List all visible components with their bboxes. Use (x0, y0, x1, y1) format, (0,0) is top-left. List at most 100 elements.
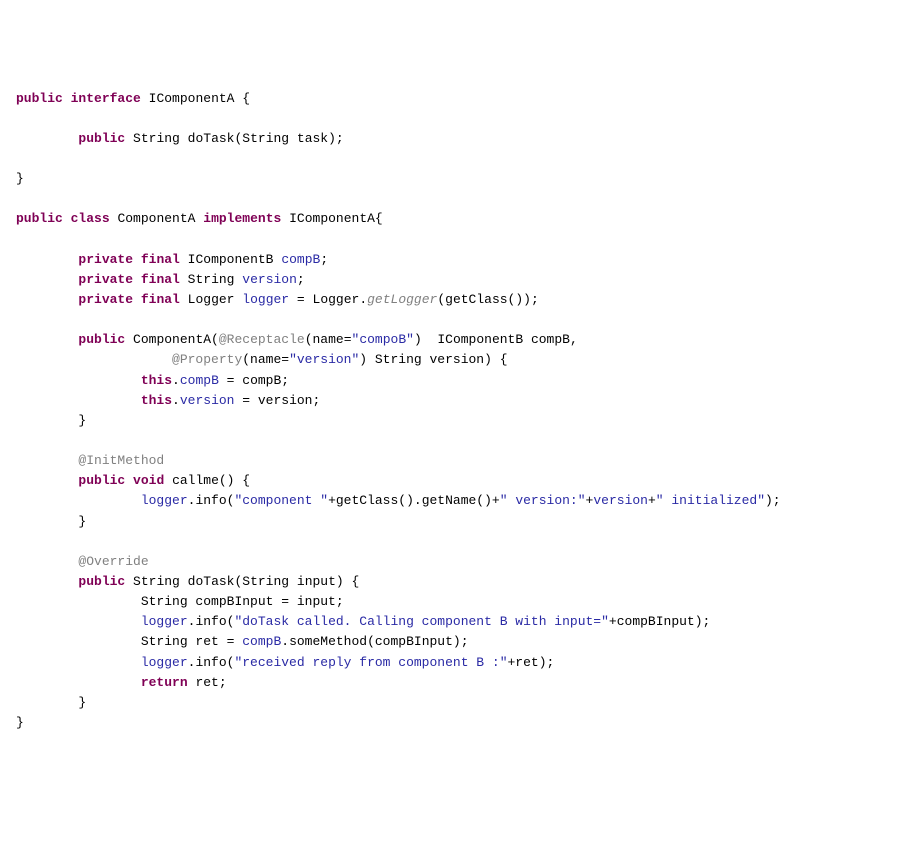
code-line: } (16, 695, 86, 710)
field-name: compB (281, 252, 320, 267)
dot: . (172, 393, 180, 408)
field-name: version (242, 272, 297, 287)
code-line: } (16, 413, 86, 428)
code-line: private final String version; (16, 272, 305, 287)
params: (String task); (234, 131, 343, 146)
semi: ; (297, 272, 305, 287)
keyword-public: public (16, 211, 63, 226)
string-literal: " version:" (500, 493, 586, 508)
brace: } (78, 514, 86, 529)
code-line: @Property(name="version") String version… (16, 352, 508, 367)
keyword-implements: implements (203, 211, 281, 226)
keyword-public: public (78, 574, 125, 589)
method-sig: doTask(String input) { (188, 574, 360, 589)
code-line: public String doTask(String task); (16, 131, 344, 146)
code-line: public void callme() { (16, 473, 250, 488)
code-line: return ret; (16, 675, 227, 690)
code-line: this.version = version; (16, 393, 320, 408)
class-name: ComponentA (117, 211, 195, 226)
code-line: } (16, 715, 24, 730)
code-line: } (16, 171, 24, 186)
code-line: logger.info("received reply from compone… (16, 655, 554, 670)
code-line: public class ComponentA implements IComp… (16, 211, 383, 226)
field-ref: logger (141, 614, 188, 629)
dot: . (172, 373, 180, 388)
keyword-public: public (78, 131, 125, 146)
text: +ret); (508, 655, 555, 670)
string-literal: "doTask called. Calling component B with… (234, 614, 608, 629)
semi: ; (320, 252, 328, 267)
text: (name= (242, 352, 289, 367)
keyword-final: final (141, 252, 180, 267)
text: (name= (305, 332, 352, 347)
field-name: logger (242, 292, 289, 307)
keyword-public: public (16, 91, 63, 106)
keyword-class: class (71, 211, 110, 226)
type-name: Logger (188, 292, 235, 307)
text: .info( (188, 493, 235, 508)
string-literal: "received reply from component B :" (234, 655, 507, 670)
code-line: private final IComponentB compB; (16, 252, 328, 267)
code-line: public String doTask(String input) { (16, 574, 359, 589)
text: ) IComponentB compB, (414, 332, 578, 347)
text: ) String version) { (359, 352, 507, 367)
brace: { (234, 91, 250, 106)
field-ref: logger (141, 655, 188, 670)
code-line: public interface IComponentA { (16, 91, 250, 106)
keyword-public: public (78, 332, 125, 347)
string-literal: " initialized" (656, 493, 765, 508)
keyword-void: void (133, 473, 164, 488)
keyword-private: private (78, 272, 133, 287)
keyword-private: private (78, 292, 133, 307)
method-name: doTask (188, 131, 235, 146)
text: ); (765, 493, 781, 508)
field-ref: version (180, 393, 235, 408)
text: .someMethod(compBInput); (281, 634, 468, 649)
return-type: String (133, 574, 180, 589)
code-line: public ComponentA(@Receptacle(name="comp… (16, 332, 578, 347)
text: +getClass().getName()+ (328, 493, 500, 508)
annotation: @Property (172, 352, 242, 367)
keyword-return: return (141, 675, 188, 690)
code-line: @InitMethod (16, 453, 164, 468)
string-literal: "version" (289, 352, 359, 367)
code-line: private final Logger logger = Logger.get… (16, 292, 539, 307)
keyword-this: this (141, 373, 172, 388)
string-literal: "component " (234, 493, 328, 508)
annotation: @InitMethod (78, 453, 164, 468)
type-name: IComponentA (149, 91, 235, 106)
text: String ret = (141, 634, 242, 649)
code-line: String ret = compB.someMethod(compBInput… (16, 634, 469, 649)
text: .info( (188, 655, 235, 670)
text: +compBInput); (609, 614, 710, 629)
code-line: @Override (16, 554, 149, 569)
type-name: String (188, 272, 235, 287)
method-sig: callme() { (172, 473, 250, 488)
keyword-public: public (78, 473, 125, 488)
code-block: public interface IComponentA { public St… (16, 89, 890, 734)
code-line: this.compB = compB; (16, 373, 289, 388)
return-type: String (133, 131, 180, 146)
keyword-final: final (141, 272, 180, 287)
text: (getClass()); (437, 292, 538, 307)
text: String compBInput = input; (141, 594, 344, 609)
text: = Logger. (289, 292, 367, 307)
ctor-name: ComponentA( (133, 332, 219, 347)
text: = version; (234, 393, 320, 408)
text: = compB; (219, 373, 289, 388)
iface-name: IComponentA{ (289, 211, 383, 226)
keyword-private: private (78, 252, 133, 267)
type-name: IComponentB (188, 252, 274, 267)
text: .info( (188, 614, 235, 629)
field-ref: version (593, 493, 648, 508)
code-line: } (16, 514, 86, 529)
text: ret; (188, 675, 227, 690)
field-ref: compB (180, 373, 219, 388)
static-call: getLogger (367, 292, 437, 307)
annotation: @Override (78, 554, 148, 569)
code-line: logger.info("doTask called. Calling comp… (16, 614, 710, 629)
string-literal: "compoB" (352, 332, 414, 347)
keyword-interface: interface (71, 91, 141, 106)
field-ref: compB (242, 634, 281, 649)
brace: } (78, 413, 86, 428)
